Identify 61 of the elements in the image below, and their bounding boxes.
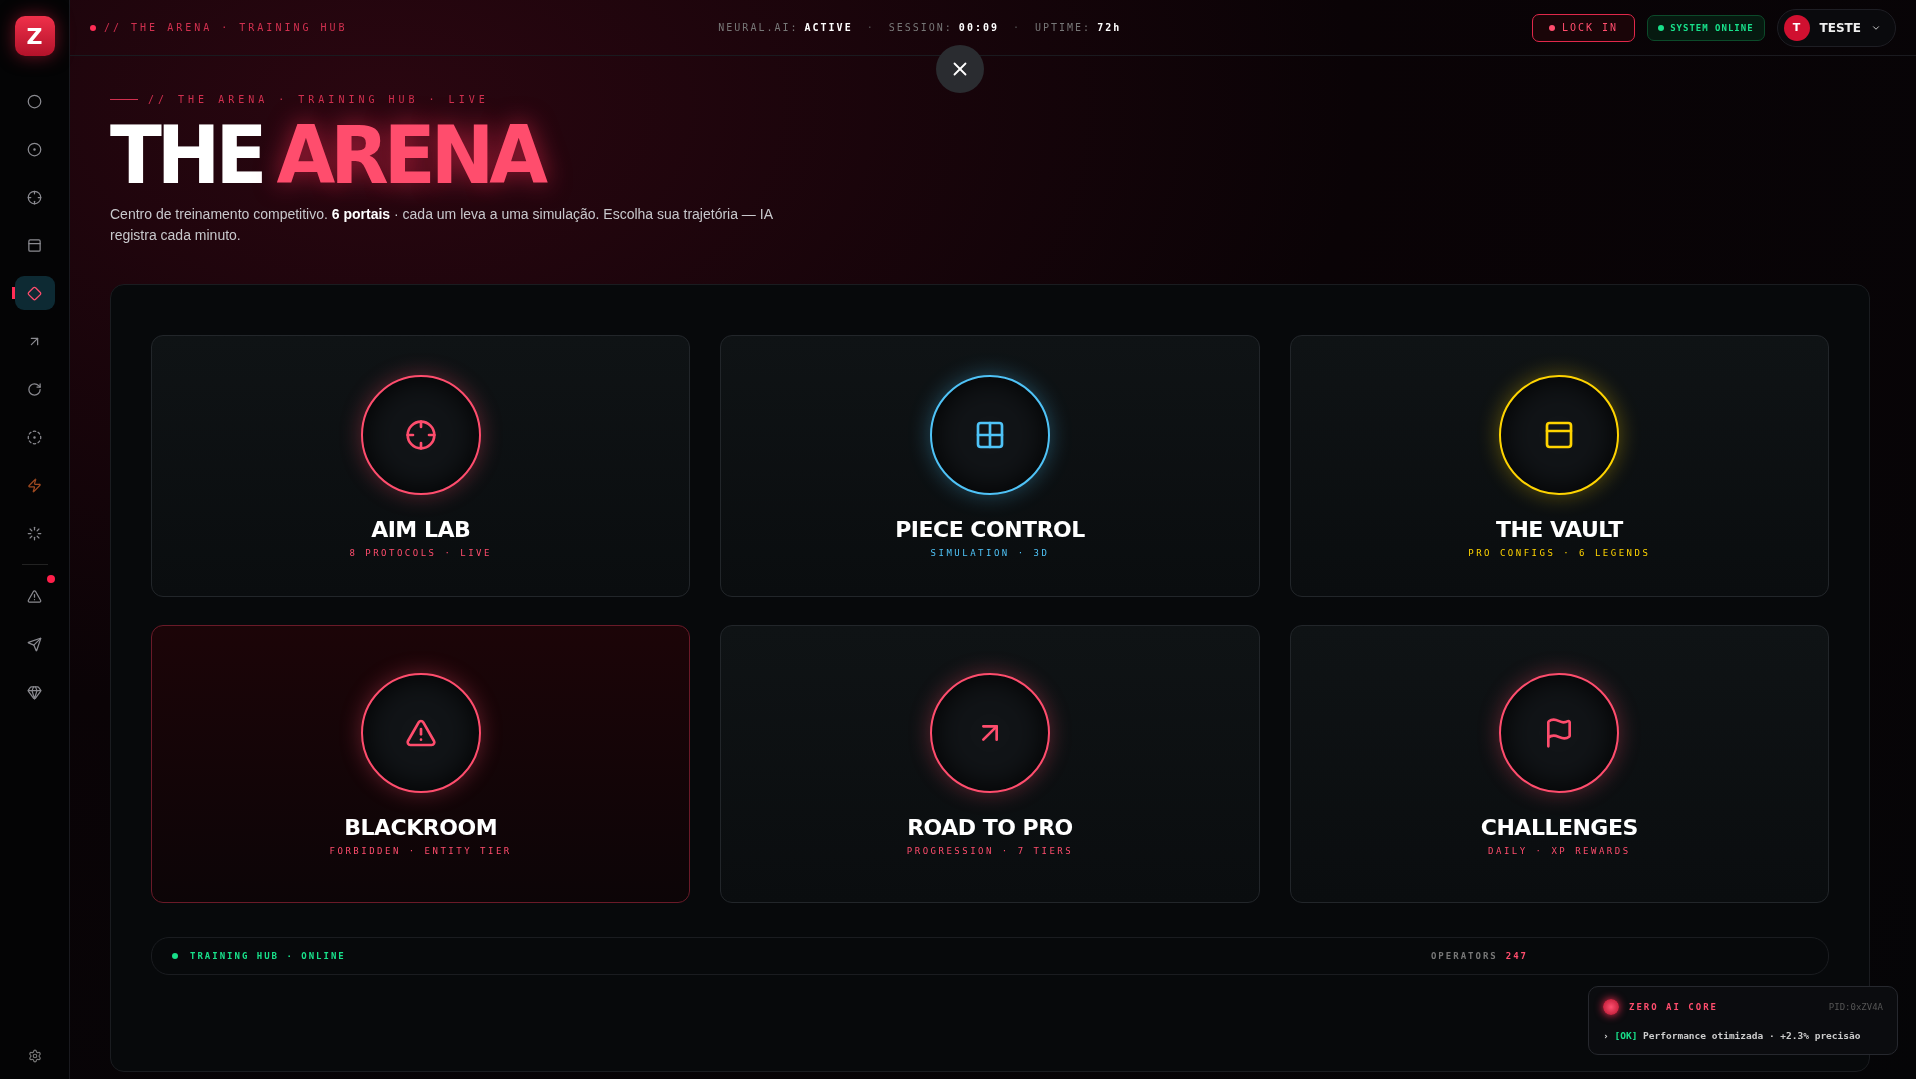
orb-icon bbox=[1603, 999, 1619, 1015]
portal-subtitle: PROGRESSION · 7 TIERS bbox=[906, 845, 1074, 856]
refresh-icon bbox=[27, 381, 42, 397]
portal-title: BLACKROOM bbox=[344, 814, 498, 840]
description: Centro de treinamento competitivo. 6 portais · cada um leva a uma simulação. Escolha sua trajetória — IA registra cada minuto. bbox=[110, 205, 774, 245]
record-icon bbox=[27, 93, 42, 109]
log-message: › [OK] Performance otimizada · +2.3% precisão bbox=[1603, 1029, 1862, 1042]
loader-icon bbox=[27, 525, 42, 541]
dotted-circle-icon bbox=[27, 429, 42, 445]
breadcrumb: // THE ARENA · TRAINING HUB bbox=[104, 22, 348, 33]
settings-icon[interactable] bbox=[27, 1049, 42, 1063]
portal-title: PIECE CONTROL bbox=[895, 516, 1085, 542]
send-icon bbox=[27, 636, 42, 652]
hub-status: TRAINING HUB · ONLINE bbox=[190, 951, 346, 961]
stat-value: 72h bbox=[1097, 22, 1122, 33]
portal-title: CHALLENGES bbox=[1480, 814, 1638, 840]
portal-card[interactable]: THE VAULT PRO CONFIGS · 6 LEGENDS bbox=[1289, 335, 1829, 597]
portal-subtitle: 8 PROTOCOLS · LIVE bbox=[349, 547, 492, 558]
target-icon bbox=[27, 141, 42, 157]
portal-card[interactable]: BLACKROOM FORBIDDEN · ENTITY TIER bbox=[151, 625, 691, 903]
gem-icon bbox=[27, 684, 42, 700]
app-logo[interactable]: Z bbox=[14, 16, 55, 56]
portal-subtitle: DAILY · XP REWARDS bbox=[1488, 845, 1631, 856]
portal-subtitle: PRO CONFIGS · 6 LEGENDS bbox=[1468, 547, 1651, 558]
process-id: PID:0xZV4A bbox=[1828, 1002, 1883, 1012]
crosshair-icon bbox=[404, 418, 437, 451]
user-menu[interactable]: T TESTE bbox=[1776, 8, 1896, 47]
live-dot bbox=[90, 24, 96, 31]
stat-label: NEURAL.AI: bbox=[718, 22, 799, 33]
sidebar-item[interactable] bbox=[14, 276, 55, 310]
lock-in-button[interactable]: LOCK IN bbox=[1531, 13, 1636, 42]
online-dot bbox=[172, 953, 178, 959]
stat-label: UPTIME: bbox=[1035, 22, 1092, 33]
portal-subtitle: SIMULATION · 3D bbox=[930, 547, 1050, 558]
portal-card[interactable]: ROAD TO PRO PROGRESSION · 7 TIERS bbox=[720, 625, 1260, 903]
status-badge: SYSTEM ONLINE bbox=[1647, 14, 1765, 41]
portal-card[interactable]: CHALLENGES DAILY · XP REWARDS bbox=[1289, 625, 1829, 903]
page-title-accent: ARENA bbox=[276, 108, 544, 203]
separator: · bbox=[1012, 22, 1021, 33]
portal-title: AIM LAB bbox=[371, 516, 471, 542]
stat-value: 247 bbox=[1505, 951, 1528, 961]
crosshair-icon bbox=[27, 189, 42, 205]
avatar: T bbox=[1783, 14, 1810, 41]
portal-title: THE VAULT bbox=[1495, 516, 1623, 542]
panel-icon bbox=[27, 237, 42, 253]
portal-subtitle: FORBIDDEN · ENTITY TIER bbox=[329, 845, 512, 856]
bolt-icon bbox=[27, 477, 42, 493]
stat-value: 00:09 bbox=[958, 22, 999, 33]
separator: · bbox=[866, 22, 875, 33]
portal-card[interactable]: AIM LAB 8 PROTOCOLS · LIVE bbox=[151, 335, 691, 597]
diamond-icon bbox=[27, 285, 42, 301]
portal-title: ROAD TO PRO bbox=[907, 814, 1073, 840]
eyebrow-text: // THE ARENA · TRAINING HUB · LIVE bbox=[148, 94, 489, 105]
close-button[interactable] bbox=[936, 45, 984, 93]
page-title: THE bbox=[110, 108, 263, 203]
warning-icon bbox=[27, 588, 42, 604]
stat-label: SESSION: bbox=[888, 22, 953, 33]
toast-title: ZERO AI CORE bbox=[1629, 1002, 1720, 1012]
stat-label: OPERATORS bbox=[1430, 951, 1498, 961]
portal-card[interactable]: PIECE CONTROL SIMULATION · 3D bbox=[720, 335, 1260, 597]
stat-value: ACTIVE bbox=[804, 22, 853, 33]
